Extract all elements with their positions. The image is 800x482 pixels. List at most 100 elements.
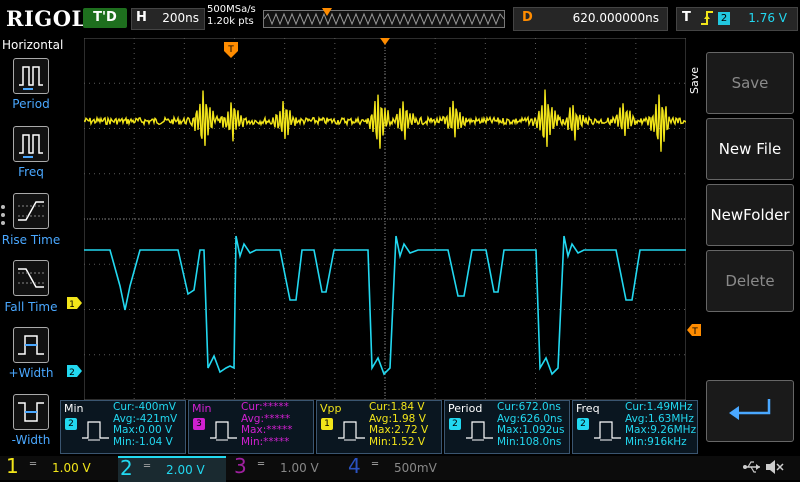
period-button[interactable] [13,58,49,94]
measurement-channel-badge: 3 [193,418,205,430]
measurement-channel-badge: 2 [449,418,461,430]
measurement-current: Cur:1.49MHz [625,401,693,413]
freq-button[interactable] [13,126,49,162]
coupling-icon: ═ [144,461,151,472]
positive-width-label: +Width [8,366,54,380]
coupling-icon: ═ [30,459,37,470]
channel-scale: 1.00 V [280,461,319,475]
channel-2-offset-marker[interactable]: 2 [67,365,82,377]
delete-button-label: Delete [725,272,775,290]
trigger-position-label: T [227,45,234,55]
measurement-name: Min [192,402,212,415]
return-arrow-icon [729,399,771,420]
trigger-key: T [682,10,691,25]
memory-overview-waveform [263,12,505,26]
channel-1-offset-marker[interactable]: 1 [67,297,82,309]
coupling-icon: ═ [372,459,379,470]
timebase-key: H [136,10,147,25]
rise-time-button[interactable] [13,193,49,229]
channel-scale: 1.00 V [52,461,91,475]
measurement-minimum: Min:108.0ns [497,436,562,449]
measurement-type-icon [338,421,365,441]
delay-display[interactable]: D 620.000000ns [513,7,668,31]
measurement-type-icon [466,421,493,441]
return-button[interactable] [706,380,794,442]
delay-value: 620.000000ns [572,11,659,25]
page-indicator [1,205,7,229]
trigger-position-marker-icon[interactable]: T [224,42,238,58]
measurement-name: Min [64,402,84,415]
measurement-minimum: Min:***** [241,436,290,449]
center-marker-icon [380,38,390,45]
channel-4-setting[interactable]: 4 ═ 500mV [346,454,454,480]
speaker-muted-icon[interactable] [764,458,784,476]
channel-2-setting[interactable]: 2 ═ 2.00 V [118,456,226,482]
measurement-minimum: Min:916kHz [625,436,687,449]
period-label: Period [12,97,50,111]
measurement-current: Cur:***** [241,401,289,413]
left-panel-title: Horizontal [2,38,64,52]
new-folder-button-label: NewFolder [710,206,790,224]
period-icon [19,66,43,90]
measurement-channel-badge: 1 [321,418,333,430]
timebase-value: 200ns [162,11,199,25]
measurement-item[interactable]: Vpp 1 Cur:1.84 V Avg:1.98 V Max:2.72 V Min:1.… [316,400,442,454]
memory-trigger-marker-icon [322,8,332,16]
measurement-minimum: Min:-1.04 V [113,436,173,449]
channel-3-setting[interactable]: 3 ═ 1.00 V [232,454,340,480]
rise-time-icon [18,201,44,221]
measurement-type-icon [594,421,621,441]
rise-time-label: Rise Time [1,233,61,247]
timebase-display[interactable]: H 200ns [131,8,205,30]
usb-icon [743,461,760,473]
brand-logo: RIGOL [6,6,87,31]
positive-width-button[interactable] [13,327,49,363]
measurement-item[interactable]: Freq 2 Cur:1.49MHz Avg:1.63MHz Max:9.26MHz Mi… [572,400,698,454]
memory-depth: 1.20k pts [207,16,254,27]
fall-time-button[interactable] [13,260,49,296]
fall-time-icon [18,268,44,288]
measurement-channel-badge: 2 [577,418,589,430]
measurement-item[interactable]: Period 2 Cur:672.0ns Avg:626.0ns Max:1.092us… [444,400,570,454]
coupling-icon: ═ [258,459,265,470]
fall-time-label: Fall Time [4,300,58,314]
measurement-type-icon [210,421,237,441]
measurement-name: Freq [576,402,600,415]
frequency-icon [19,134,43,158]
measurement-item[interactable]: Min 3 Cur:***** Avg:***** Max:***** Min:***** [188,400,314,454]
trigger-level-marker-label: T [691,327,698,336]
channel-number: 4 [348,454,361,478]
channel-scale: 500mV [394,461,437,475]
trigger-level-marker[interactable]: T [687,324,701,336]
new-file-button-label: New File [718,140,782,158]
trigger-source-badge: 2 [718,12,730,25]
new-file-button[interactable]: New File [706,118,794,180]
negative-width-button[interactable] [13,394,49,430]
save-button[interactable]: Save [706,52,794,114]
channel-1-marker-label: 1 [69,300,75,309]
channel-1-setting[interactable]: 1 ═ 1.00 V [4,454,112,480]
memory-overview-bar [263,8,505,28]
trigger-level: 1.76 V [748,11,787,25]
channel-2-marker-label: 2 [69,368,75,377]
measurement-current: Cur:-400mV [113,401,176,413]
waveform-grid[interactable] [84,38,686,400]
measurement-type-icon [82,421,109,441]
trigger-display[interactable]: T 2 1.76 V [676,7,798,31]
measurement-current: Cur:672.0ns [497,401,561,413]
channel-number: 1 [6,454,19,478]
positive-width-icon [18,335,44,355]
negative-width-icon [18,402,44,422]
measurement-item[interactable]: Min 2 Cur:-400mV Avg:-421mV Max:0.00 V Min:-1… [60,400,186,454]
channel-number: 2 [120,456,133,480]
run-state-badge[interactable]: T'D [83,8,127,28]
channel-number: 3 [234,454,247,478]
measurement-channel-badge: 2 [65,418,77,430]
measurement-name: Vpp [320,402,342,415]
channel-scale: 2.00 V [166,463,205,477]
save-button-label: Save [731,74,769,92]
measurement-name: Period [448,402,483,415]
new-folder-button[interactable]: NewFolder [706,184,794,246]
delete-button[interactable]: Delete [706,250,794,312]
measurement-current: Cur:1.84 V [369,401,425,413]
